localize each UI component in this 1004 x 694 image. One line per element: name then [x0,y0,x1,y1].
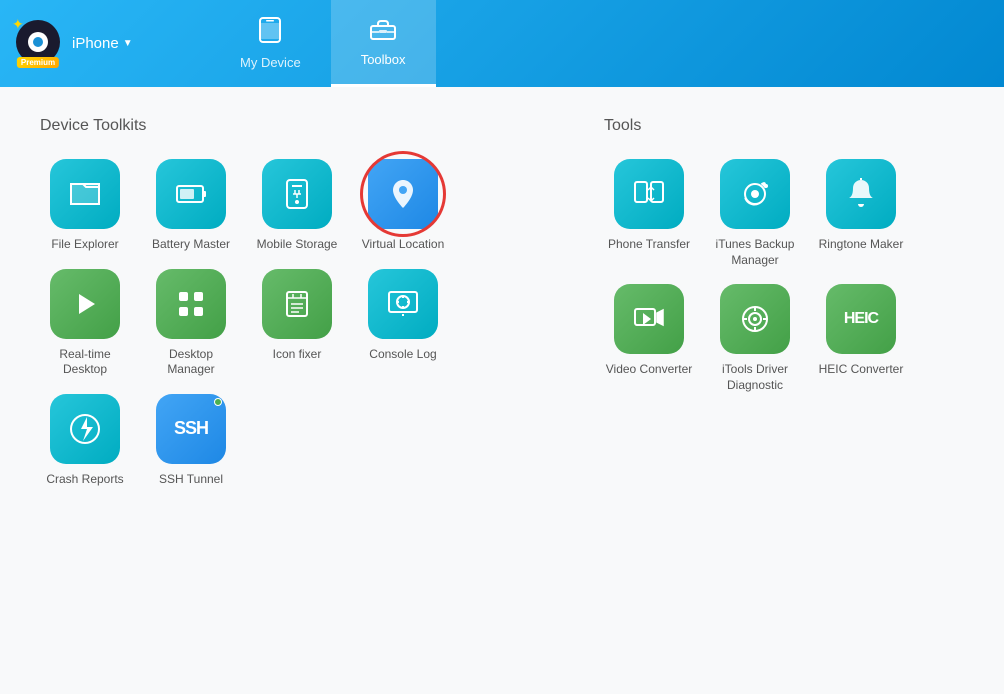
file-explorer-label: File Explorer [51,237,118,253]
phone-transfer-icon [614,159,684,229]
device-name: iPhone ▼ [72,35,133,52]
toolbox-label: Toolbox [361,52,406,67]
icon-fixer-icon [262,269,332,339]
main-content: Device Toolkits File Explorer [0,87,1004,694]
logo-section: ✦ Premium iPhone ▼ [0,0,210,87]
tool-console-log[interactable]: Console Log [358,269,448,378]
heic-converter-label: HEIC Converter [819,362,904,378]
desktop-manager-label: Desktop Manager [146,347,236,378]
ringtone-maker-label: Ringtone Maker [819,237,904,253]
premium-badge: Premium [17,57,59,68]
tool-driver-diagnostic[interactable]: iTools Driver Diagnostic [710,284,800,393]
tool-ssh-tunnel[interactable]: SSH SSH Tunnel [146,394,236,488]
virtual-location-icon [368,159,438,229]
sections-wrapper: Device Toolkits File Explorer [40,117,964,487]
driver-diagnostic-label: iTools Driver Diagnostic [710,362,800,393]
tool-virtual-location[interactable]: Virtual Location [358,159,448,253]
tool-heic-converter[interactable]: HEIC HEIC Converter [816,284,906,393]
tab-my-device[interactable]: My Device [210,0,331,87]
tool-realtime-desktop[interactable]: Real-time Desktop [40,269,130,378]
tool-phone-transfer[interactable]: Phone Transfer [604,159,694,268]
tools-grid: Phone Transfer [604,159,964,393]
tools-title: Tools [604,117,964,135]
realtime-desktop-icon [50,269,120,339]
mobile-storage-label: Mobile Storage [257,237,338,253]
logo-eye [28,32,48,52]
app-logo: ✦ Premium [16,20,64,68]
virtual-location-label: Virtual Location [362,237,445,253]
my-device-icon [259,17,281,49]
console-log-icon [368,269,438,339]
tool-icon-fixer[interactable]: Icon fixer [252,269,342,378]
my-device-label: My Device [240,55,301,70]
itunes-backup-label: iTunes Backup Manager [710,237,800,268]
device-label: iPhone [72,35,119,52]
device-toolkits-grid: File Explorer Battery Master [40,159,544,487]
mobile-storage-icon [262,159,332,229]
phone-transfer-label: Phone Transfer [608,237,690,253]
nav-tabs: My Device Toolbox [210,0,436,87]
crash-reports-icon [50,394,120,464]
file-explorer-icon [50,159,120,229]
device-toolkits-title: Device Toolkits [40,117,544,135]
video-converter-label: Video Converter [606,362,693,378]
device-dropdown-icon[interactable]: ▼ [123,38,133,49]
ringtone-maker-icon [826,159,896,229]
crash-reports-label: Crash Reports [46,472,123,488]
heic-converter-icon: HEIC [826,284,896,354]
tab-toolbox[interactable]: Toolbox [331,0,436,87]
tool-desktop-manager[interactable]: Desktop Manager [146,269,236,378]
tool-mobile-storage[interactable]: Mobile Storage [252,159,342,253]
battery-master-label: Battery Master [152,237,230,253]
video-converter-icon [614,284,684,354]
tool-crash-reports[interactable]: Crash Reports [40,394,130,488]
ssh-tunnel-label: SSH Tunnel [159,472,223,488]
battery-master-icon [156,159,226,229]
tools-section: Tools Phone Transfer [604,117,964,487]
tool-itunes-backup[interactable]: iTunes Backup Manager [710,159,800,268]
ssh-notification-dot [214,398,222,406]
tool-ringtone-maker[interactable]: Ringtone Maker [816,159,906,268]
logo-pupil [33,37,43,47]
toolbox-icon [370,18,396,46]
tool-video-converter[interactable]: Video Converter [604,284,694,393]
icon-fixer-label: Icon fixer [273,347,322,363]
device-toolkits-section: Device Toolkits File Explorer [40,117,544,487]
driver-diagnostic-icon [720,284,790,354]
console-log-label: Console Log [369,347,436,363]
desktop-manager-icon [156,269,226,339]
realtime-desktop-label: Real-time Desktop [40,347,130,378]
tool-file-explorer[interactable]: File Explorer [40,159,130,253]
header: ✦ Premium iPhone ▼ [0,0,1004,87]
itunes-backup-icon [720,159,790,229]
ssh-tunnel-icon: SSH [156,394,226,464]
tool-battery-master[interactable]: Battery Master [146,159,236,253]
